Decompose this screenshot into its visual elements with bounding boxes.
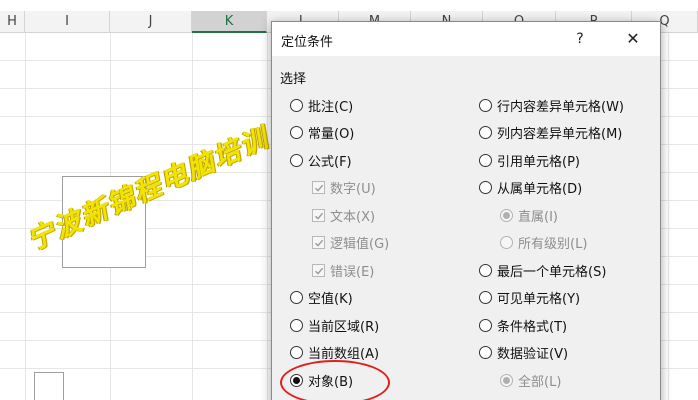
checkbox-box — [312, 181, 325, 194]
checkbox-option-u: 数字(U) — [312, 177, 376, 199]
checkbox-option-g: 逻辑值(G) — [312, 232, 389, 254]
select-group-label: 选择 — [280, 72, 307, 87]
radio-button-icon — [479, 181, 492, 194]
radio-button-icon — [290, 126, 303, 139]
radio-button-icon — [479, 126, 492, 139]
checkbox-option-x: 文本(X) — [312, 204, 375, 226]
option-label: 空值(K) — [308, 292, 353, 307]
radio-option-w[interactable]: 行内容差异单元格(W) — [479, 94, 624, 116]
checkmark-icon — [315, 239, 324, 247]
option-label: 数据验证(V) — [497, 347, 569, 362]
radio-option-c[interactable]: 批注(C) — [290, 94, 353, 116]
radio-button-icon — [479, 153, 492, 167]
radio-button-icon — [290, 153, 303, 167]
radio-option-b[interactable]: 对象(B) — [290, 369, 353, 391]
option-label: 公式(F) — [308, 154, 352, 170]
radio-option-p[interactable]: 引用单元格(P) — [479, 149, 580, 171]
dialog-titlebar[interactable]: 定位条件 ? ✕ — [272, 22, 660, 56]
option-label: 数字(U) — [330, 182, 376, 197]
radio-button-icon — [290, 291, 303, 304]
column-header-i[interactable]: I — [25, 11, 110, 33]
radio-option-o[interactable]: 常量(O) — [290, 122, 354, 144]
option-label: 引用单元格(P) — [497, 154, 580, 170]
option-label: 错误(E) — [330, 264, 375, 280]
radio-option-a[interactable]: 当前数组(A) — [290, 342, 379, 364]
option-label: 条件格式(T) — [497, 319, 568, 335]
radio-option-l: 所有级别(L) — [500, 232, 587, 254]
radio-option-v[interactable]: 数据验证(V) — [479, 342, 568, 364]
option-label: 全部(L) — [518, 374, 562, 390]
option-label: 文本(X) — [330, 209, 376, 225]
radio-button-icon — [500, 373, 513, 387]
close-icon[interactable]: ✕ — [621, 27, 645, 51]
radio-button-icon — [290, 98, 303, 112]
checkmark-icon — [315, 212, 324, 220]
radio-option-y[interactable]: 可见单元格(Y) — [479, 287, 580, 309]
radio-option-f[interactable]: 公式(F) — [290, 149, 352, 171]
radio-button-icon — [479, 346, 492, 359]
checkbox-box — [312, 236, 325, 249]
column-header-k[interactable]: K — [192, 11, 267, 33]
column-header-h[interactable]: H — [0, 11, 25, 33]
option-label: 对象(B) — [308, 374, 354, 390]
radio-button-icon — [479, 263, 492, 277]
radio-option-r[interactable]: 当前区域(R) — [290, 314, 379, 336]
radio-button-icon — [479, 318, 492, 332]
radio-option-k[interactable]: 空值(K) — [290, 287, 353, 309]
radio-button-icon — [479, 98, 492, 112]
option-label: 可见单元格(Y) — [497, 292, 581, 307]
radio-button-icon — [500, 208, 513, 222]
radio-button-icon — [290, 318, 303, 332]
option-label: 常量(O) — [308, 127, 355, 142]
radio-button-icon — [290, 346, 303, 359]
radio-option-t[interactable]: 条件格式(T) — [479, 314, 567, 336]
column-header-j[interactable]: J — [110, 11, 192, 33]
option-label: 直属(I) — [518, 209, 558, 225]
checkmark-icon — [315, 184, 324, 192]
option-label: 所有级别(L) — [518, 237, 588, 252]
radio-option-i: 直属(I) — [500, 204, 558, 226]
checkbox-option-e: 错误(E) — [312, 259, 374, 281]
radio-option-m[interactable]: 列内容差异单元格(M) — [479, 122, 622, 144]
option-label: 逻辑值(G) — [330, 237, 390, 252]
option-label: 列内容差异单元格(M) — [497, 127, 623, 142]
go-to-special-dialog: 定位条件 ? ✕ 选择 批注(C) 常量(O) 公式(F) 数字(U) 文本(X) 逻辑值… — [271, 21, 661, 400]
radio-button-icon — [479, 291, 492, 304]
option-label: 最后一个单元格(S) — [497, 264, 607, 280]
option-label: 从属单元格(D) — [497, 182, 583, 197]
help-icon[interactable]: ? — [568, 27, 592, 51]
option-label: 当前区域(R) — [308, 319, 380, 335]
rectangle-shape[interactable] — [34, 372, 64, 400]
checkbox-box — [312, 263, 325, 277]
option-label: 批注(C) — [308, 99, 354, 115]
dialog-title: 定位条件 — [281, 35, 334, 50]
radio-option-d[interactable]: 从属单元格(D) — [479, 177, 582, 199]
radio-button-icon — [500, 236, 513, 249]
radio-option-l: 全部(L) — [500, 369, 561, 391]
option-label: 当前数组(A) — [308, 347, 380, 362]
radio-button-icon — [290, 373, 303, 387]
option-label: 行内容差异单元格(W) — [497, 99, 624, 115]
radio-option-s[interactable]: 最后一个单元格(S) — [479, 259, 606, 281]
checkmark-icon — [315, 267, 324, 275]
checkbox-box — [312, 208, 325, 222]
